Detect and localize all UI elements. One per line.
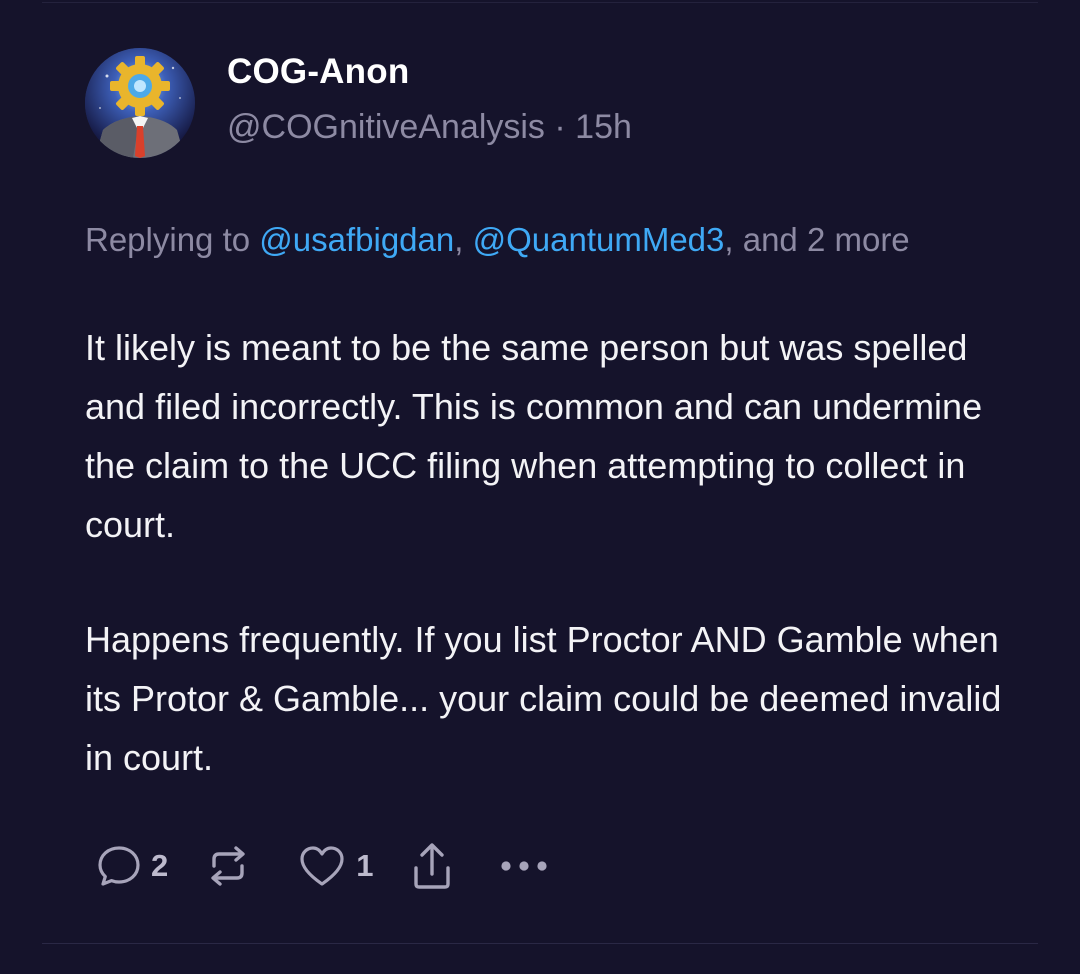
gear-head-suit-avatar-icon bbox=[85, 48, 195, 158]
action-bar: 2 1 bbox=[95, 838, 556, 894]
avatar[interactable] bbox=[85, 48, 195, 158]
author-handle[interactable]: @COGnitiveAnalysis bbox=[227, 108, 545, 146]
share-button[interactable] bbox=[408, 840, 456, 892]
replying-to-line: Replying to @usafbigdan, @QuantumMed3, a… bbox=[85, 214, 1005, 266]
post-timestamp[interactable]: 15h bbox=[575, 108, 632, 146]
top-divider bbox=[42, 2, 1038, 3]
bottom-divider bbox=[42, 943, 1038, 944]
replying-to-more[interactable]: , and 2 more bbox=[724, 221, 909, 258]
handle-separator: · bbox=[554, 108, 566, 146]
post-body: It likely is meant to be the same person… bbox=[85, 318, 1015, 787]
author-display-name[interactable]: COG-Anon bbox=[227, 52, 409, 92]
replying-to-prefix: Replying to bbox=[85, 221, 260, 258]
reply-count: 2 bbox=[151, 848, 169, 883]
like-button[interactable]: 1 bbox=[296, 842, 374, 890]
ellipsis-icon bbox=[496, 856, 556, 876]
mention-usafbigdan[interactable]: @usafbigdan bbox=[259, 221, 454, 258]
post-card: COG-Anon @COGnitiveAnalysis · 15h Replyi… bbox=[0, 0, 1080, 974]
repost-button[interactable] bbox=[202, 842, 254, 890]
mention-separator: , bbox=[454, 221, 473, 258]
heart-icon bbox=[296, 842, 348, 890]
mention-quantummed3[interactable]: @QuantumMed3 bbox=[473, 221, 725, 258]
post-paragraph: It likely is meant to be the same person… bbox=[85, 327, 983, 545]
reply-button[interactable]: 2 bbox=[95, 842, 168, 890]
share-upload-icon bbox=[408, 840, 456, 892]
author-handle-line: @COGnitiveAnalysis · 15h bbox=[227, 108, 632, 147]
speech-bubble-icon bbox=[95, 842, 143, 890]
like-count: 1 bbox=[356, 848, 374, 883]
more-options-button[interactable] bbox=[496, 856, 556, 876]
post-paragraph: Happens frequently. If you list Proctor … bbox=[85, 619, 1002, 778]
repost-arrows-icon bbox=[202, 842, 254, 890]
